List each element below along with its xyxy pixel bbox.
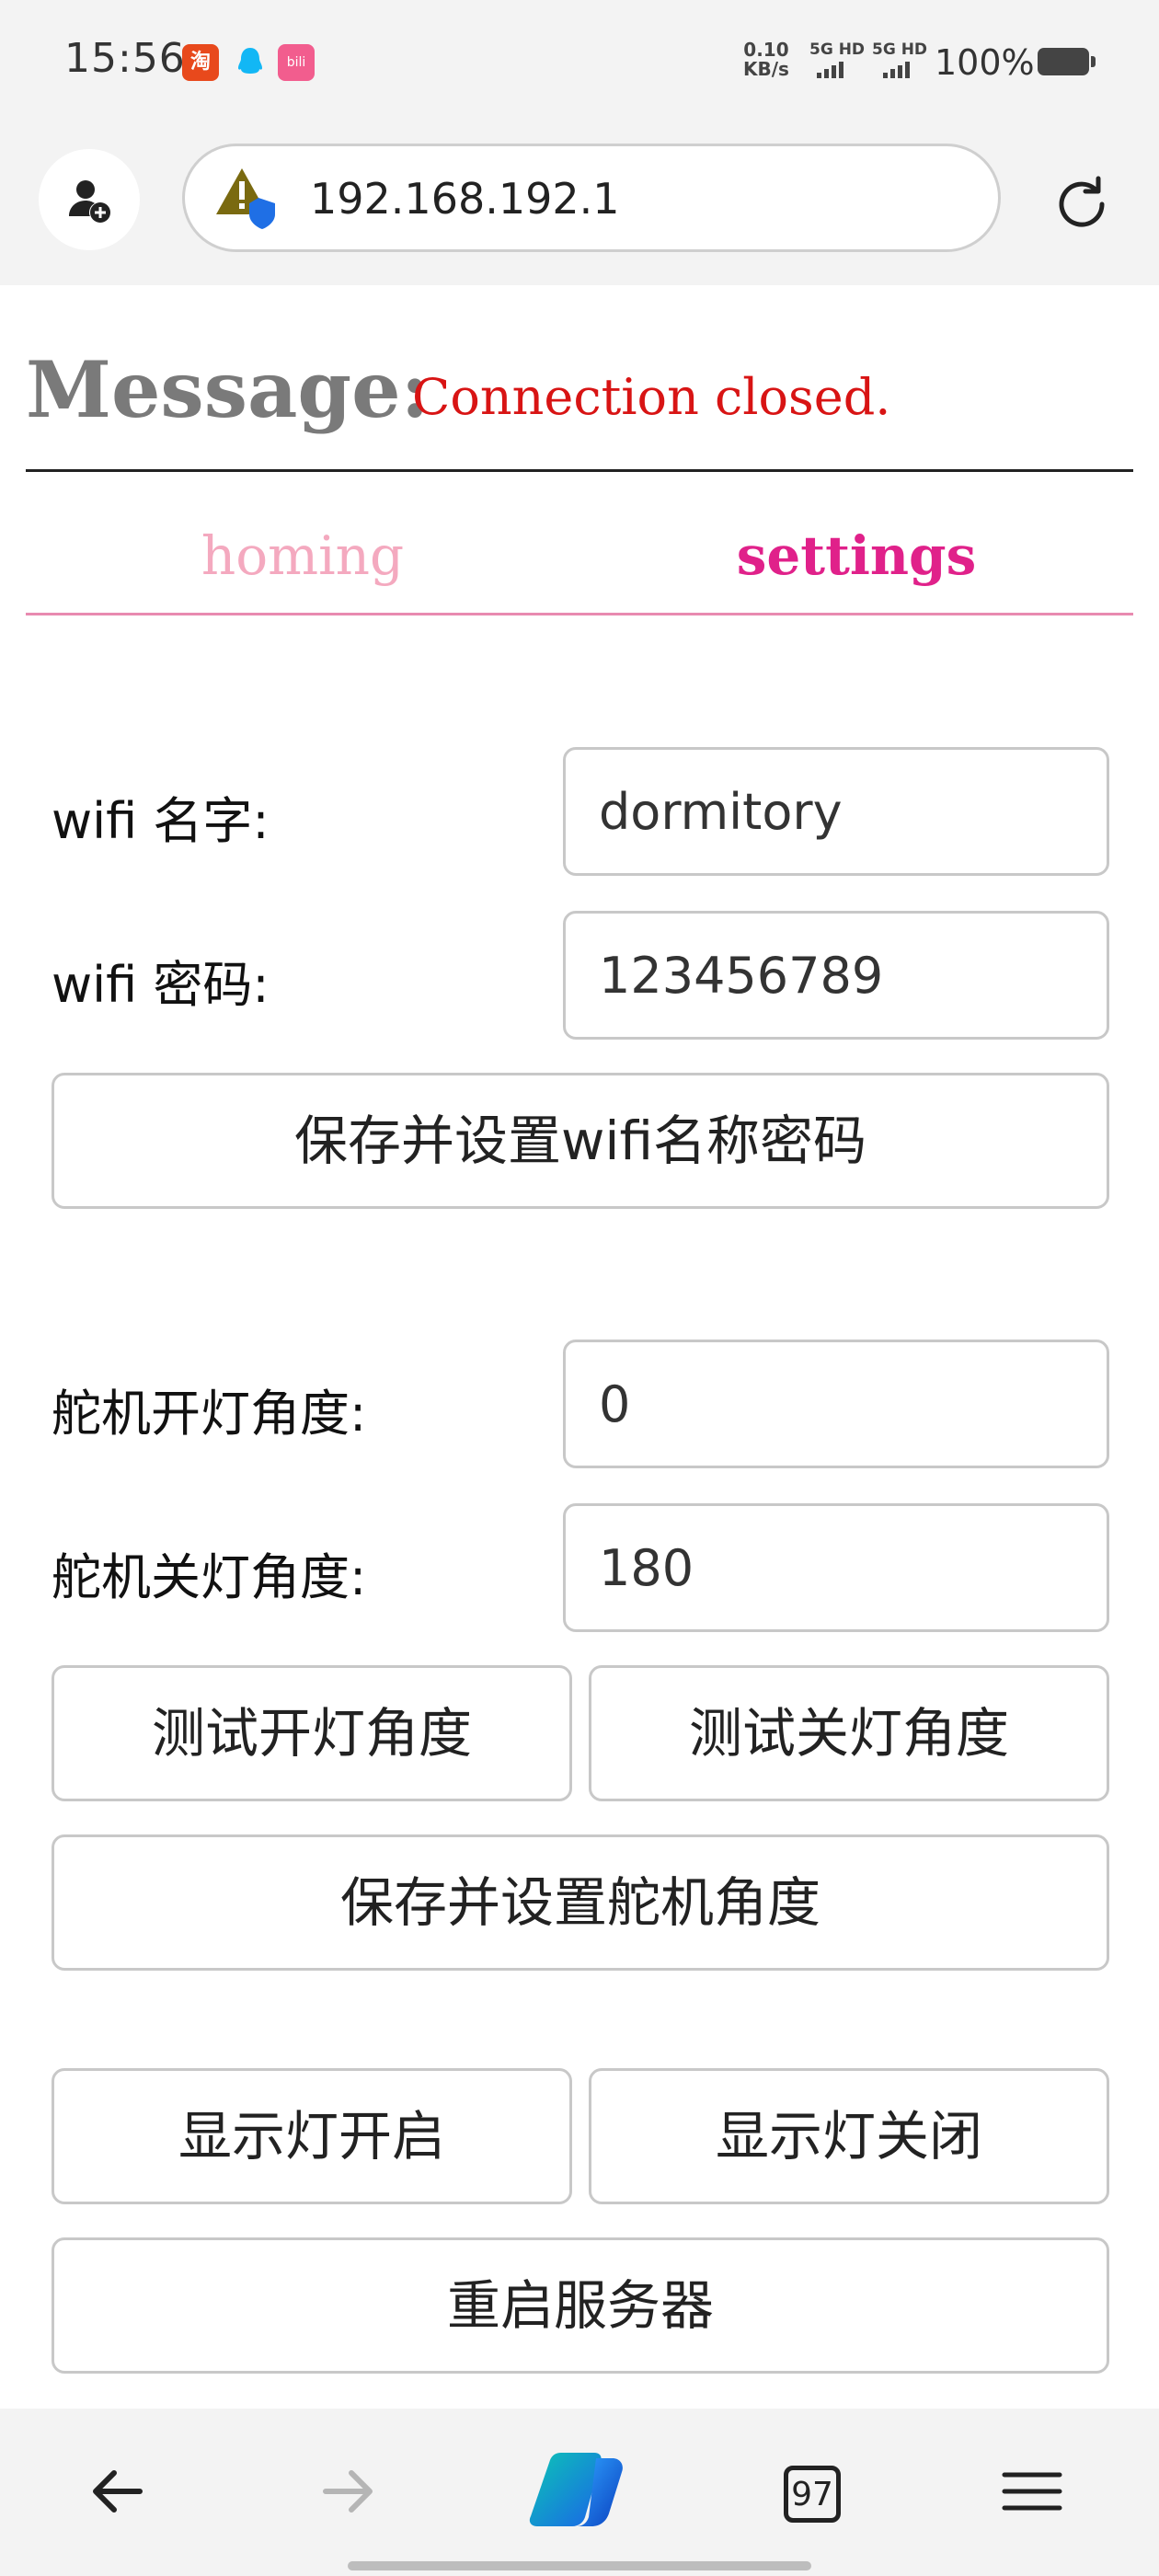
- indicator-off-button[interactable]: 显示灯关闭: [589, 2068, 1109, 2204]
- wifi-name-input[interactable]: [563, 747, 1109, 876]
- indicator-on-button[interactable]: 显示灯开启: [52, 2068, 572, 2204]
- message-divider: [26, 469, 1133, 472]
- add-profile-icon: [69, 180, 110, 223]
- forward-arrow-icon[interactable]: [311, 2455, 384, 2528]
- wifi-password-input[interactable]: [563, 911, 1109, 1040]
- servo-off-angle-input[interactable]: [563, 1503, 1109, 1632]
- menu-icon[interactable]: [995, 2455, 1069, 2528]
- not-secure-warning-icon[interactable]: [214, 167, 279, 231]
- signal-bars-icon: [817, 61, 846, 79]
- back-arrow-icon[interactable]: [81, 2455, 155, 2528]
- battery-percent: 100%: [935, 42, 1035, 83]
- save-servo-button[interactable]: 保存并设置舵机角度: [52, 1834, 1109, 1971]
- tab-divider: [26, 613, 1133, 615]
- network-speed-value: 0.10: [743, 39, 789, 61]
- status-bar: 15:56 淘 bili 0.10 KB/s 5G HD 5G HD 100%: [0, 0, 1159, 129]
- address-bar[interactable]: 192.168.192.1: [182, 144, 1001, 252]
- test-off-angle-button[interactable]: 测试关灯角度: [589, 1665, 1109, 1801]
- copilot-icon[interactable]: [524, 2445, 635, 2537]
- tab-settings[interactable]: settings: [580, 524, 1133, 587]
- home-indicator[interactable]: [348, 2561, 811, 2570]
- message-value: Connection closed.: [412, 368, 891, 426]
- reload-icon[interactable]: [1045, 167, 1119, 241]
- qq-icon: [232, 44, 269, 81]
- restart-server-button[interactable]: 重启服务器: [52, 2237, 1109, 2374]
- save-wifi-button[interactable]: 保存并设置wifi名称密码: [52, 1073, 1109, 1209]
- url-text[interactable]: 192.168.192.1: [310, 174, 620, 224]
- servo-on-angle-label: 舵机开灯角度:: [52, 1385, 367, 1443]
- add-profile-button[interactable]: [39, 149, 140, 250]
- bilibili-icon: bili: [278, 44, 315, 81]
- network-speed: 0.10 KB/s: [743, 40, 789, 79]
- servo-on-angle-input[interactable]: [563, 1340, 1109, 1468]
- tab-homing[interactable]: homing: [26, 524, 580, 587]
- signal-bars-icon: [883, 61, 912, 79]
- message-label: Message:: [26, 344, 430, 435]
- bottom-navigation: 97: [0, 2409, 1159, 2576]
- status-time: 15:56: [64, 35, 186, 82]
- browser-toolbar: 192.168.192.1: [0, 129, 1159, 285]
- tabs-count-button[interactable]: 97: [784, 2466, 841, 2523]
- signal-label-2: 5G HD: [872, 40, 928, 59]
- network-speed-unit: KB/s: [743, 58, 789, 80]
- battery-icon: [1038, 48, 1096, 75]
- servo-off-angle-label: 舵机关灯角度:: [52, 1548, 367, 1606]
- wifi-name-label: wifi 名字:: [52, 792, 270, 850]
- test-on-angle-button[interactable]: 测试开灯角度: [52, 1665, 572, 1801]
- tab-bar: homing settings: [26, 524, 1133, 616]
- taobao-icon: 淘: [182, 44, 219, 81]
- wifi-password-label: wifi 密码:: [52, 956, 270, 1014]
- signal-label-1: 5G HD: [809, 40, 866, 59]
